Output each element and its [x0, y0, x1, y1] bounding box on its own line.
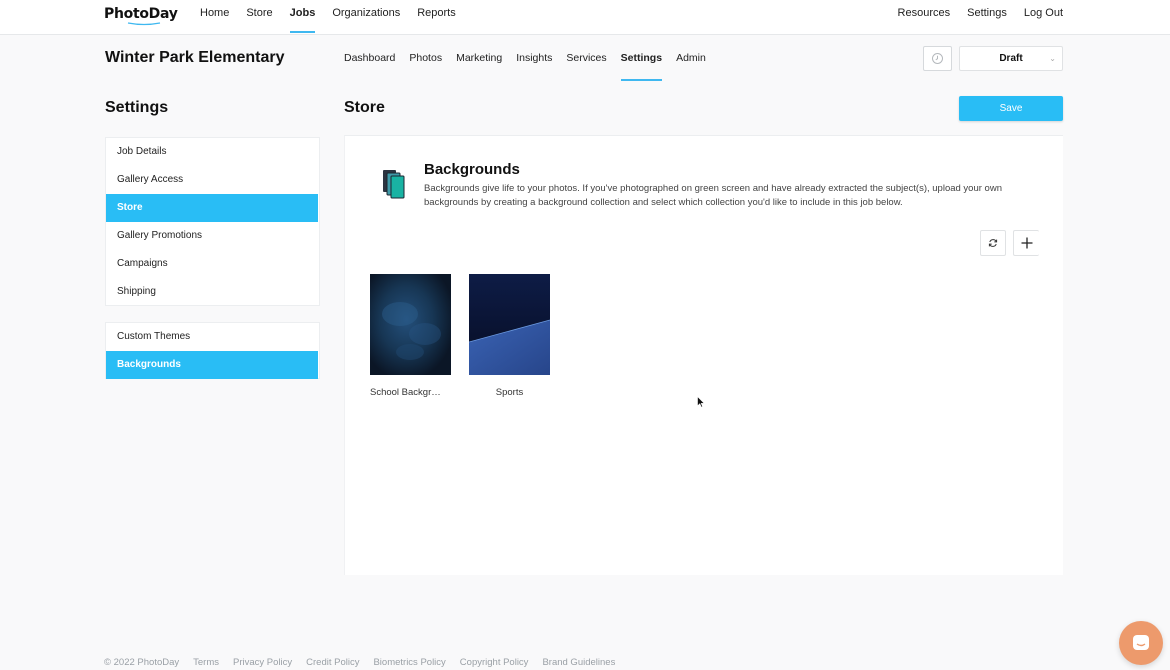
backgrounds-panel: Backgrounds Backgrounds give life to you… [344, 135, 1063, 575]
sidebar-item-gallery-promotions[interactable]: Gallery Promotions [106, 222, 319, 250]
tab-settings[interactable]: Settings [620, 49, 663, 81]
settings-menu-secondary: Custom Themes Backgrounds [105, 322, 320, 379]
nav-reports[interactable]: Reports [417, 0, 456, 35]
logo-swoosh-icon [127, 22, 161, 26]
nav-jobs[interactable]: Jobs [289, 0, 315, 35]
page-title: Store [344, 99, 385, 116]
chat-icon [1133, 635, 1149, 650]
footer-link-copyright[interactable]: Copyright Policy [460, 657, 529, 668]
footer-link-brand[interactable]: Brand Guidelines [542, 657, 615, 668]
section-description: Backgrounds give life to your photos. If… [424, 183, 1002, 208]
collection-thumbnail-image [370, 274, 451, 375]
chat-launcher-button[interactable] [1119, 621, 1163, 665]
save-button[interactable]: Save [959, 96, 1063, 121]
collection-tile[interactable]: Sports [469, 274, 550, 398]
sidebar-item-campaigns[interactable]: Campaigns [106, 250, 319, 278]
nav-home[interactable]: Home [200, 0, 229, 35]
collection-name: Sports [495, 387, 524, 398]
sidebar-item-backgrounds[interactable]: Backgrounds [106, 351, 318, 379]
nav-organizations[interactable]: Organizations [332, 0, 400, 35]
chevron-down-icon: ⌄ [1049, 54, 1056, 63]
footer-link-privacy[interactable]: Privacy Policy [233, 657, 292, 668]
mouse-pointer-icon [697, 396, 705, 408]
footer-link-terms[interactable]: Terms [193, 657, 219, 668]
job-status-select[interactable]: Draft ⌄ [959, 46, 1063, 71]
collection-tile[interactable]: School Backgr… [370, 274, 451, 398]
photoday-logo[interactable]: PhotoDay [104, 6, 178, 22]
nav-store[interactable]: Store [246, 0, 272, 35]
sidebar-item-gallery-access[interactable]: Gallery Access [106, 166, 319, 194]
tab-insights[interactable]: Insights [516, 49, 552, 67]
history-button[interactable] [923, 46, 952, 71]
sidebar-item-job-details[interactable]: Job Details [106, 138, 319, 166]
settings-menu-primary: Job Details Gallery Access Store Gallery… [105, 137, 320, 306]
tab-admin[interactable]: Admin [676, 49, 706, 67]
job-tabs: Dashboard Photos Marketing Insights Serv… [344, 49, 720, 81]
footer-link-credit[interactable]: Credit Policy [306, 657, 359, 668]
plus-icon [1021, 237, 1032, 249]
collection-name: School Backgr… [370, 387, 441, 398]
add-collection-button[interactable] [1013, 230, 1039, 256]
sidebar-item-store[interactable]: Store [106, 194, 318, 222]
collection-thumbnail-image [469, 274, 550, 375]
settings-heading: Settings [105, 99, 169, 116]
refresh-icon [988, 239, 998, 247]
nav-resources[interactable]: Resources [898, 0, 951, 26]
section-title: Backgrounds [424, 161, 520, 178]
account-nav: Resources Settings Log Out [881, 0, 1063, 26]
tab-services[interactable]: Services [566, 49, 606, 67]
sidebar-item-custom-themes[interactable]: Custom Themes [106, 323, 319, 351]
tab-photos[interactable]: Photos [409, 49, 442, 67]
clock-icon [932, 53, 943, 64]
job-status-value: Draft [999, 53, 1023, 64]
footer-link-biometrics[interactable]: Biometrics Policy [373, 657, 445, 668]
top-navbar: PhotoDay Home Store Jobs Organizations R… [0, 0, 1170, 35]
tab-marketing[interactable]: Marketing [456, 49, 502, 67]
footer-copyright: © 2022 PhotoDay [104, 657, 180, 668]
sidebar-item-shipping[interactable]: Shipping [106, 278, 319, 306]
nav-settings[interactable]: Settings [967, 0, 1007, 26]
backgrounds-stack-icon [383, 170, 405, 199]
job-title: Winter Park Elementary [105, 49, 285, 66]
refresh-button[interactable] [980, 230, 1006, 256]
primary-nav: Home Store Jobs Organizations Reports [200, 0, 473, 35]
tab-dashboard[interactable]: Dashboard [344, 49, 395, 67]
nav-logout[interactable]: Log Out [1024, 0, 1063, 26]
footer: © 2022 PhotoDay Terms Privacy Policy Cre… [104, 657, 629, 668]
